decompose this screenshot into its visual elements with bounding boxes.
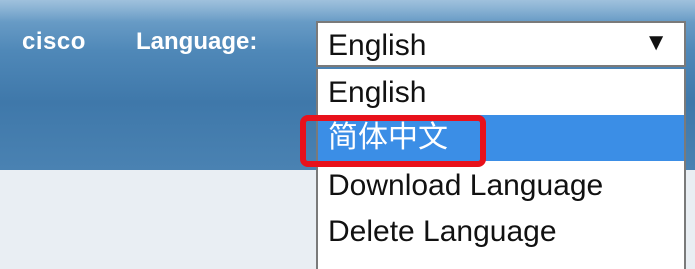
option-download-language[interactable]: Download Language xyxy=(318,163,684,209)
option-delete-language[interactable]: Delete Language xyxy=(318,209,684,255)
language-select[interactable]: English ▼ xyxy=(316,21,686,67)
language-select-value: English xyxy=(328,29,427,62)
highlight-annotation xyxy=(300,115,486,167)
language-label: Language: xyxy=(136,28,258,55)
cisco-logo: cisco xyxy=(22,28,86,55)
language-dropdown: English 简体中文 Download Language Delete La… xyxy=(316,69,686,269)
option-english[interactable]: English xyxy=(318,71,684,115)
triangle-down-icon[interactable]: ▼ xyxy=(644,29,668,57)
